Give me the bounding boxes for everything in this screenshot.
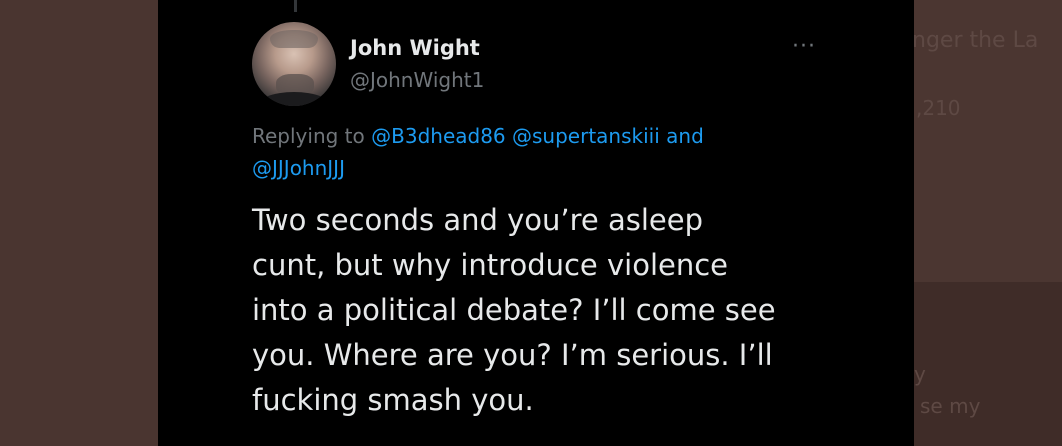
author-handle[interactable]: @JohnWight1 bbox=[350, 68, 484, 92]
tweet-text: Two seconds and you’re asleep cunt, but … bbox=[252, 203, 776, 417]
tweet-card: John Wight @JohnWight1 ··· Replying to @… bbox=[158, 0, 914, 446]
mention-joiner: and bbox=[666, 124, 704, 148]
thread-line bbox=[294, 0, 297, 12]
author-name[interactable]: John Wight bbox=[350, 36, 480, 60]
avatar[interactable] bbox=[252, 22, 336, 106]
replying-to: Replying to @B3dhead86 @supertanskiii an… bbox=[252, 120, 772, 184]
background-text: ,210 bbox=[916, 96, 961, 120]
mention-link[interactable]: @JJJohnJJJ bbox=[252, 156, 345, 180]
replying-label: Replying to bbox=[252, 124, 365, 148]
background-text: nger the La bbox=[912, 28, 1039, 53]
background-panel-lower bbox=[914, 282, 1062, 446]
background-text: y bbox=[914, 362, 926, 386]
background-text: se my bbox=[920, 394, 981, 418]
more-dots-icon[interactable]: ··· bbox=[792, 34, 816, 59]
mention-link[interactable]: @B3dhead86 bbox=[371, 124, 506, 148]
mention-link[interactable]: @supertanskiii bbox=[512, 124, 660, 148]
